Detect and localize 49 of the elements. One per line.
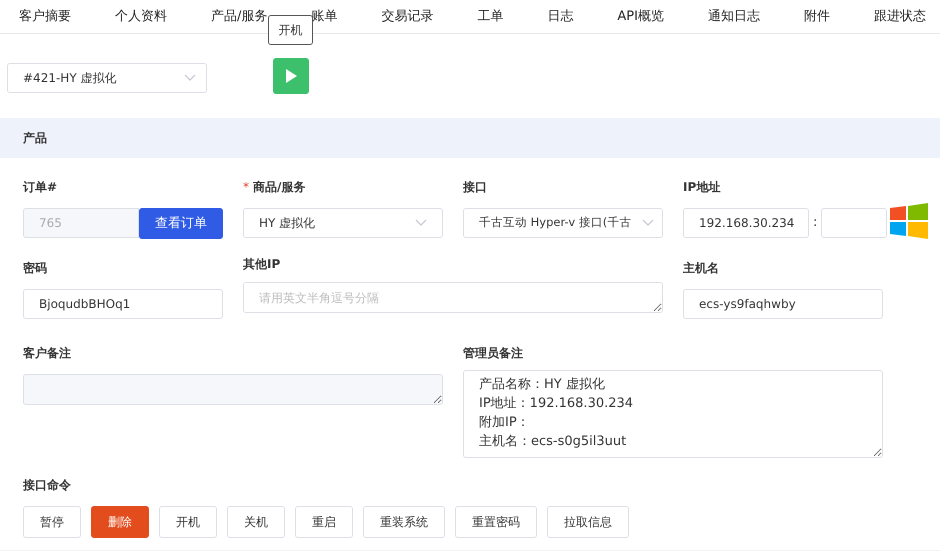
nav-tab[interactable]: 跟进状态: [874, 6, 926, 26]
delete-button[interactable]: 删除: [91, 506, 149, 538]
nav-tab[interactable]: 通知日志: [708, 6, 760, 26]
nav-tab[interactable]: 个人资料: [115, 6, 167, 26]
separator: :: [813, 214, 818, 232]
command-button[interactable]: 开机: [159, 506, 217, 538]
section-header: 产品: [0, 118, 940, 158]
customer-notes-field[interactable]: [23, 374, 443, 404]
caret-icon: [184, 74, 196, 82]
nav-tab[interactable]: 日志: [547, 6, 574, 26]
play-icon: [285, 69, 297, 83]
windows-logo-icon: [890, 203, 928, 239]
caret-icon: [415, 219, 427, 227]
tooltip: 开机: [268, 15, 313, 45]
play-button[interactable]: [273, 58, 309, 94]
command-button[interactable]: 暂停: [23, 506, 81, 538]
admin-notes-field[interactable]: 产品名称：HY 虚拟化 IP地址：192.168.30.234 附加IP： 主机名：ecs-s0g5il3uut: [463, 370, 883, 458]
nav-tab[interactable]: 交易记录: [381, 6, 434, 26]
hostname-field[interactable]: ecs-ys9faqhwby: [683, 289, 883, 319]
other-ip-field[interactable]: 请用英文半角逗号分隔: [243, 282, 663, 313]
interface-select[interactable]: 千古互动 Hyper-v 接口(千古: [463, 208, 663, 238]
command-button[interactable]: 拉取信息: [547, 506, 629, 538]
nav-tab[interactable]: API概览: [617, 6, 664, 26]
password-field[interactable]: BjoqudbBHOq1: [23, 289, 223, 319]
caret-icon: [642, 219, 654, 227]
field-label: 接口命令: [23, 477, 72, 494]
command-button[interactable]: 重置密码: [455, 506, 537, 538]
field-label: 管理员备注: [463, 344, 524, 362]
ip-field[interactable]: 192.168.30.234: [683, 208, 809, 238]
field-label: 其他IP: [243, 256, 282, 273]
field-label: 商品/服务: [253, 180, 306, 194]
command-button[interactable]: 重启: [295, 506, 353, 538]
field-label: 主机名: [683, 260, 720, 277]
nav-tab[interactable]: 工单: [477, 6, 504, 26]
field-label: 客户备注: [23, 344, 72, 362]
command-button[interactable]: 重装系统: [363, 506, 445, 538]
product-select[interactable]: HY 虚拟化: [243, 208, 443, 238]
field-label: 密码: [23, 260, 48, 277]
nav-tab[interactable]: 客户摘要: [19, 6, 71, 26]
required-mark: *: [243, 180, 249, 194]
field-label: 订单#: [23, 179, 58, 196]
command-button[interactable]: 关机: [227, 506, 285, 538]
nav-tab[interactable]: 账单: [311, 6, 338, 26]
field-label: 接口: [463, 179, 488, 196]
product-select[interactable]: #421-HY 虚拟化: [7, 63, 207, 93]
nav-tab[interactable]: 产品/服务: [211, 6, 268, 26]
port-field[interactable]: [821, 208, 888, 238]
nav-tab[interactable]: 附件: [804, 6, 830, 26]
field-label: IP地址: [683, 179, 722, 196]
